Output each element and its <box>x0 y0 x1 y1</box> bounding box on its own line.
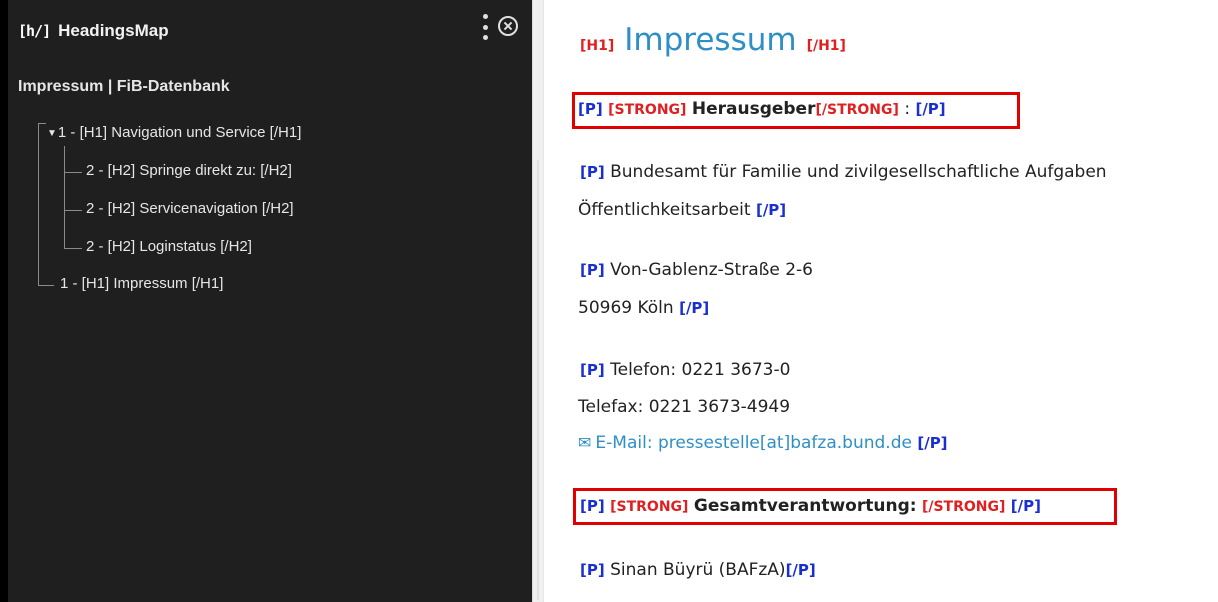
paragraph-text: Telefax: 0221 3673-4949 <box>578 397 791 417</box>
paragraph-address-line1: [P] Von-Gablenz-Straße 2-6 <box>580 260 813 280</box>
paragraph-address-line2: 50969 Köln [/P] <box>578 298 709 318</box>
strong-close-tag: [/STRONG] <box>815 102 899 118</box>
tree-item-servicenavigation[interactable]: 2 - [H2] Servicenavigation [/H2] <box>86 200 294 217</box>
p-close-tag: [/P] <box>755 201 787 219</box>
p-open-tag: [P] <box>580 561 605 579</box>
tree-connector <box>64 172 82 173</box>
h1-text: Impressum <box>624 22 797 58</box>
strong-text: Gesamtverantwortung: <box>693 496 917 516</box>
tree-item-label: 2 - [H2] Springe direkt zu: [/H2] <box>86 162 292 179</box>
envelope-icon: ✉ <box>578 433 592 452</box>
tree-item-label: 1 - [H1] Impressum [/H1] <box>60 275 224 292</box>
p-close-tag: [/P] <box>917 434 948 452</box>
paragraph-herausgeber: [P] [STRONG] Herausgeber[/STRONG] : [/P] <box>578 99 946 119</box>
p-close-tag: [/P] <box>679 299 710 317</box>
strong-open-tag: [STRONG] <box>608 102 687 118</box>
paragraph-bundesamt-line1: [P] Bundesamt für Familie und zivilgesel… <box>580 162 1107 182</box>
paragraph-text: Sinan Büyrü (BAFzA) <box>610 560 786 580</box>
p-open-tag: [P] <box>580 163 605 181</box>
tree-item-impressum[interactable]: 1 - [H1] Impressum [/H1] <box>60 275 223 292</box>
paragraph-contact-line3: ✉ E-Mail: pressestelle[at]bafza.bund.de [… <box>578 433 948 453</box>
p-close-tag: [/P] <box>1010 497 1041 515</box>
tree-item-label: 1 - [H1] Navigation und Service [/H1] <box>57 124 302 141</box>
tree-connector <box>64 210 82 211</box>
tree-item-label: 2 - [H2] Loginstatus [/H2] <box>86 238 252 255</box>
p-open-tag: [P] <box>578 100 603 118</box>
strong-suffix: : <box>898 99 911 119</box>
tree-connector <box>64 146 65 248</box>
paragraph-sinan: [P] Sinan Büyrü (BAFzA)[/P] <box>580 560 816 580</box>
paragraph-text: Bundesamt für Familie und zivilgesellsch… <box>610 162 1107 182</box>
strong-text: Herausgeber <box>691 99 816 119</box>
h1-close-tag: [/H1] <box>806 38 846 54</box>
tree-connector <box>64 248 82 249</box>
p-open-tag: [P] <box>580 497 605 515</box>
headings-tree: ▼1 - [H1] Navigation und Service [/H1] 2… <box>8 0 532 602</box>
panel-resize-divider[interactable] <box>532 0 544 602</box>
h1-open-tag: [H1] <box>580 38 615 54</box>
paragraph-bundesamt-line2: Öffentlichkeitsarbeit [/P] <box>578 200 786 220</box>
heading-h1: [H1] Impressum [/H1] <box>580 22 846 58</box>
tree-item-navigation-und-service[interactable]: ▼1 - [H1] Navigation und Service [/H1] <box>47 124 301 141</box>
tree-item-springe-direkt-zu[interactable]: 2 - [H2] Springe direkt zu: [/H2] <box>86 162 292 179</box>
tree-connector <box>38 123 46 124</box>
paragraph-text: Telefon: 0221 3673-0 <box>610 360 791 380</box>
tree-connector <box>38 124 47 286</box>
collapse-triangle-icon[interactable]: ▼ <box>47 128 57 139</box>
tree-connector <box>38 285 54 286</box>
tree-item-loginstatus[interactable]: 2 - [H2] Loginstatus [/H2] <box>86 238 252 255</box>
strong-close-tag: [/STRONG] <box>921 499 1006 515</box>
paragraph-contact-line1: [P] Telefon: 0221 3673-0 <box>580 360 790 380</box>
p-close-tag: [/P] <box>785 561 816 579</box>
p-close-tag: [/P] <box>915 100 946 118</box>
paragraph-gesamtverantwortung: [P] [STRONG] Gesamtverantwortung: [/STRO… <box>580 496 1041 516</box>
paragraph-contact-line2: Telefax: 0221 3673-4949 <box>578 397 790 417</box>
email-link[interactable]: E-Mail: pressestelle[at]bafza.bund.de <box>595 433 912 453</box>
paragraph-text: 50969 Köln <box>578 298 674 318</box>
tree-item-label: 2 - [H2] Servicenavigation [/H2] <box>86 200 294 217</box>
paragraph-text: Von-Gablenz-Straße 2-6 <box>610 260 813 280</box>
headingsmap-panel: [h/] HeadingsMap Impressum | FiB-Datenba… <box>0 0 532 602</box>
strong-open-tag: [STRONG] <box>610 499 689 515</box>
p-open-tag: [P] <box>580 361 605 379</box>
page-content: [H1] Impressum [/H1] [P] [STRONG] Heraus… <box>544 0 1218 602</box>
paragraph-text: Öffentlichkeitsarbeit <box>578 200 751 220</box>
p-open-tag: [P] <box>580 261 605 279</box>
